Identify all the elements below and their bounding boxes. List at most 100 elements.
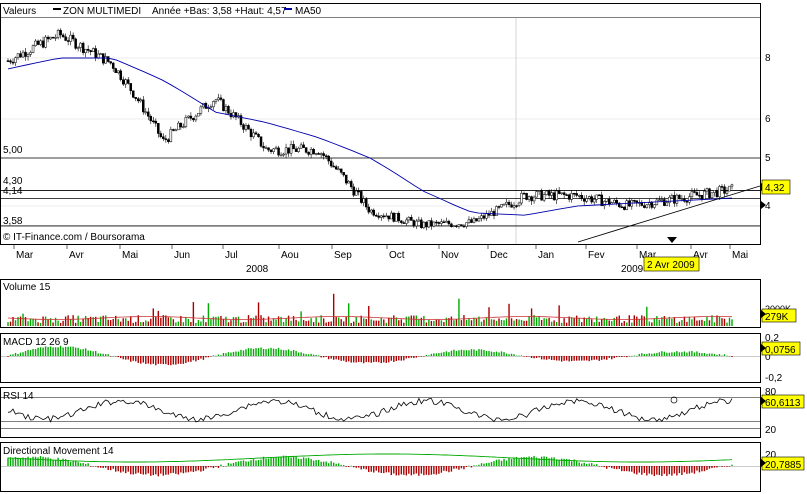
- macd-bar: [327, 356, 330, 360]
- volume-bar: [122, 318, 124, 326]
- candle: [460, 224, 463, 227]
- volume-bar: [97, 321, 99, 326]
- volume-bar: [112, 318, 114, 326]
- macd-bar: [498, 352, 500, 356]
- dm-bar: [370, 466, 372, 472]
- candle: [410, 217, 413, 221]
- candle: [84, 48, 87, 53]
- volume-bar: [545, 318, 548, 326]
- dm-bar: [327, 463, 330, 466]
- macd-bar: [182, 356, 185, 364]
- candle: [357, 190, 360, 193]
- symbol-swatch: [53, 8, 61, 10]
- volume-bar: [500, 319, 503, 326]
- volume-bar: [666, 318, 668, 326]
- dm-bar: [388, 466, 390, 473]
- dm-bar: [683, 466, 686, 473]
- macd-bar: [628, 355, 630, 357]
- macd-bar: [295, 350, 297, 356]
- volume-bar: [440, 320, 443, 326]
- macd-bar: [207, 356, 210, 358]
- dm-bar: [272, 457, 275, 466]
- dm-bar: [465, 466, 468, 468]
- year-2009: 2009: [621, 264, 644, 275]
- volume-bar: [683, 316, 686, 326]
- dm-bar: [277, 457, 280, 466]
- macd-bar: [32, 349, 34, 356]
- volume-bar: [606, 319, 608, 326]
- macd-bar: [64, 346, 67, 356]
- macd-bar: [453, 349, 455, 356]
- candle: [592, 199, 596, 203]
- dm-bar: [32, 456, 34, 466]
- dm-bar: [661, 466, 663, 477]
- macd-bar: [683, 351, 686, 356]
- volume-bar: [195, 322, 197, 326]
- dm-bar: [350, 465, 352, 467]
- macd-bar: [337, 356, 340, 360]
- macd-bar: [262, 348, 265, 356]
- macd-bar: [187, 356, 190, 362]
- candle: [547, 190, 551, 196]
- candle: [643, 205, 646, 208]
- macd-bar: [82, 349, 84, 356]
- macd-bar: [450, 350, 453, 356]
- candle: [352, 186, 355, 196]
- volume-bar: [160, 317, 162, 326]
- macd-bar: [290, 350, 292, 356]
- volume-bar: [616, 316, 618, 326]
- volume-bar: [315, 317, 317, 326]
- macd-bar: [62, 347, 64, 356]
- volume-bar: [19, 316, 22, 326]
- candle: [728, 185, 731, 192]
- candle: [645, 204, 649, 208]
- macd-bar: [212, 355, 215, 356]
- candle: [377, 215, 381, 218]
- dm-bar: [613, 466, 615, 469]
- macd-bar: [117, 356, 119, 358]
- dm-bar: [150, 466, 152, 476]
- dm-bar: [656, 466, 658, 475]
- macd-bar: [388, 356, 390, 363]
- macd-bar: [508, 354, 510, 356]
- volume-bar: [368, 305, 370, 326]
- dm-bar: [122, 466, 124, 472]
- dm-bar: [92, 466, 94, 467]
- macd-bar: [515, 355, 518, 357]
- volume-bar: [588, 316, 590, 326]
- macd-bar: [671, 352, 673, 356]
- volume-bar: [535, 317, 538, 326]
- dm-bar: [393, 466, 395, 474]
- macd-bar: [235, 351, 237, 356]
- dm-bar: [140, 466, 142, 474]
- month-label: Jan: [538, 250, 554, 261]
- macd-bar: [708, 353, 711, 356]
- macd-bar: [603, 356, 605, 360]
- volume-bar: [580, 322, 583, 326]
- candle: [415, 220, 418, 227]
- volume-bar: [245, 322, 247, 326]
- dm-bar: [696, 466, 698, 471]
- volume-bar: [255, 315, 257, 326]
- macd-bar: [495, 351, 498, 356]
- candle: [653, 204, 656, 208]
- macd-title: MACD 12 26 9: [3, 337, 69, 348]
- candle: [69, 34, 72, 42]
- macd-bar: [621, 356, 623, 358]
- candle: [149, 116, 153, 122]
- volume-bar: [290, 320, 292, 326]
- macd-bar: [490, 351, 493, 356]
- candle: [420, 219, 423, 229]
- volume-bar: [205, 322, 207, 326]
- candle: [174, 129, 178, 132]
- volume-bar: [691, 319, 693, 326]
- macd-bar: [503, 352, 505, 356]
- candle: [730, 184, 734, 187]
- level-label-414: 4,14: [3, 186, 23, 197]
- candle: [477, 218, 481, 222]
- volume-bar: [428, 320, 430, 326]
- dm-bar: [410, 466, 413, 476]
- volume-bar: [565, 322, 568, 326]
- volume-bar: [393, 315, 395, 326]
- volume-bar: [172, 319, 175, 326]
